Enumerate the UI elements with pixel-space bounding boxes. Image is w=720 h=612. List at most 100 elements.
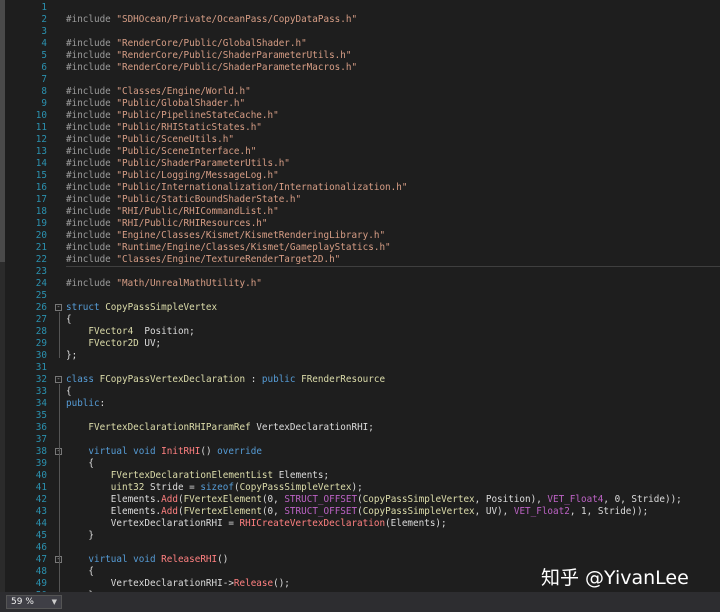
- line-number: 32: [35, 374, 47, 385]
- line-number: 15: [35, 170, 47, 181]
- code-token-prep: #include: [66, 206, 117, 217]
- code-token-type: CopyPassSimpleVertex: [362, 494, 475, 505]
- code-line[interactable]: #include "Public/Internationalization/In…: [66, 182, 720, 194]
- line-number: 18: [35, 206, 47, 217]
- code-line[interactable]: #include "Classes/Engine/World.h": [66, 86, 720, 98]
- code-token-str: "Engine/Classes/Kismet/KismetRenderingLi…: [116, 230, 386, 241]
- code-line[interactable]: {: [66, 314, 720, 326]
- code-line[interactable]: [66, 266, 720, 278]
- code-line[interactable]: class FCopyPassVertexDeclaration : publi…: [66, 374, 720, 386]
- code-line[interactable]: FVertexDeclarationElementList Elements;: [66, 470, 720, 482]
- line-number: 21: [35, 242, 47, 253]
- code-line[interactable]: }: [66, 530, 720, 542]
- code-token-prep: #include: [66, 62, 117, 73]
- code-token-txt: VertexDeclarationRHI->: [66, 578, 234, 589]
- code-line[interactable]: #include "Public/Logging/MessageLog.h": [66, 170, 720, 182]
- line-number: 8: [41, 86, 47, 97]
- code-line[interactable]: {: [66, 386, 720, 398]
- code-line[interactable]: #include "SDHOcean/Private/OceanPass/Cop…: [66, 14, 720, 26]
- code-token-prep: #include: [66, 230, 117, 241]
- code-token-str: "Math/UnrealMathUtility.h": [116, 278, 262, 289]
- line-number: 20: [35, 230, 47, 241]
- code-token-txt: , Position),: [474, 494, 548, 505]
- line-number: 7: [41, 74, 47, 85]
- code-line[interactable]: Elements.Add(FVertexElement(0, STRUCT_OF…: [66, 494, 720, 506]
- line-number: 13: [35, 146, 47, 157]
- code-line[interactable]: FVector4 Position;: [66, 326, 720, 338]
- code-line[interactable]: #include "RenderCore/Public/GlobalShader…: [66, 38, 720, 50]
- code-line[interactable]: uint32 Stride = sizeof(CopyPassSimpleVer…: [66, 482, 720, 494]
- code-line[interactable]: #include "Math/UnrealMathUtility.h": [66, 278, 720, 290]
- code-line[interactable]: struct CopyPassSimpleVertex: [66, 302, 720, 314]
- code-token-kw: virtual void: [88, 554, 162, 565]
- code-token-prep: #include: [66, 194, 117, 205]
- code-line[interactable]: #include "RHI/Public/RHIResources.h": [66, 218, 720, 230]
- code-line[interactable]: #include "Engine/Classes/Kismet/KismetRe…: [66, 230, 720, 242]
- code-token-type: FCopyPassVertexDeclaration: [99, 374, 246, 385]
- code-line[interactable]: #include "RenderCore/Public/ShaderParame…: [66, 62, 720, 74]
- code-token-str: "Classes/Engine/World.h": [116, 86, 251, 97]
- code-line[interactable]: #include "Public/SceneUtils.h": [66, 134, 720, 146]
- code-line[interactable]: #include "Public/PipelineStateCache.h": [66, 110, 720, 122]
- code-token-str: "RHI/Public/RHIResources.h": [116, 218, 268, 229]
- code-editor[interactable]: 1 2 3 4 5 6 7 8 9 10 11 12 13 14 15 16 17 18 19 20 21 22 23 24 2…: [0, 0, 720, 592]
- code-line[interactable]: #include "Public/StaticBoundShaderState.…: [66, 194, 720, 206]
- code-area[interactable]: #include "SDHOcean/Private/OceanPass/Cop…: [49, 0, 720, 592]
- code-line[interactable]: [66, 434, 720, 446]
- code-token-fn: RHICreateVertexDeclaration: [239, 518, 386, 529]
- fold-toggle-icon[interactable]: [55, 304, 62, 311]
- code-line[interactable]: [66, 74, 720, 86]
- code-token-str: "Public/StaticBoundShaderState.h": [116, 194, 302, 205]
- code-token-txt: {: [66, 386, 72, 397]
- fold-guide: [59, 312, 60, 358]
- code-token-prep: #include: [66, 278, 117, 289]
- code-token-txt: }: [66, 530, 94, 541]
- line-number: 34: [35, 398, 47, 409]
- chevron-down-icon[interactable]: ▼: [52, 596, 57, 608]
- code-line[interactable]: [66, 410, 720, 422]
- code-token-txt: Position;: [133, 326, 195, 337]
- code-token-txt: Elements.: [66, 494, 162, 505]
- line-number: 2: [41, 14, 47, 25]
- code-line[interactable]: virtual void InitRHI() override: [66, 446, 720, 458]
- code-line[interactable]: public:: [66, 398, 720, 410]
- code-line[interactable]: [66, 26, 720, 38]
- code-line[interactable]: virtual void ReleaseRHI(): [66, 554, 720, 566]
- line-number: 22: [35, 254, 47, 265]
- code-line[interactable]: [66, 2, 720, 14]
- line-number: 33: [35, 386, 47, 397]
- code-line[interactable]: };: [66, 350, 720, 362]
- code-line[interactable]: FVector2D UV;: [66, 338, 720, 350]
- code-token-type: uint32: [110, 482, 145, 493]
- code-token-mac: STRUCT_OFFSET: [284, 506, 358, 517]
- fold-toggle-icon[interactable]: [55, 376, 62, 383]
- code-line[interactable]: #include "Public/RHIStaticStates.h": [66, 122, 720, 134]
- fold-guide: [59, 456, 60, 538]
- line-number: 44: [35, 518, 47, 529]
- zoom-level-dropdown[interactable]: 59 % ▼: [6, 595, 62, 609]
- line-number: 47: [35, 554, 47, 565]
- code-line[interactable]: VertexDeclarationRHI = RHICreateVertexDe…: [66, 518, 720, 530]
- code-line[interactable]: #include "Classes/Engine/TextureRenderTa…: [66, 254, 720, 266]
- line-number: 29: [35, 338, 47, 349]
- code-token-fn: ReleaseRHI: [161, 554, 218, 565]
- code-line[interactable]: Elements.Add(FVertexElement(0, STRUCT_OF…: [66, 506, 720, 518]
- line-number-gutter: 1 2 3 4 5 6 7 8 9 10 11 12 13 14 15 16 17 18 19 20 21 22 23 24 2…: [5, 0, 49, 592]
- code-token-prep: #include: [66, 50, 117, 61]
- code-line[interactable]: [66, 362, 720, 374]
- code-token-kw: public: [261, 374, 302, 385]
- code-line[interactable]: #include "Runtime/Engine/Classes/Kismet/…: [66, 242, 720, 254]
- line-number: 48: [35, 566, 47, 577]
- code-line[interactable]: {: [66, 458, 720, 470]
- code-token-txt: Stride =: [144, 482, 201, 493]
- code-token-type: FVertexElement: [183, 506, 262, 517]
- code-line[interactable]: #include "Public/ShaderParameterUtils.h": [66, 158, 720, 170]
- code-line[interactable]: FVertexDeclarationRHIParamRef VertexDecl…: [66, 422, 720, 434]
- code-line[interactable]: #include "RHI/Public/RHICommandList.h": [66, 206, 720, 218]
- code-line[interactable]: [66, 290, 720, 302]
- code-line[interactable]: [66, 542, 720, 554]
- code-line[interactable]: #include "RenderCore/Public/ShaderParame…: [66, 50, 720, 62]
- code-line[interactable]: #include "Public/SceneInterface.h": [66, 146, 720, 158]
- code-line[interactable]: #include "Public/GlobalShader.h": [66, 98, 720, 110]
